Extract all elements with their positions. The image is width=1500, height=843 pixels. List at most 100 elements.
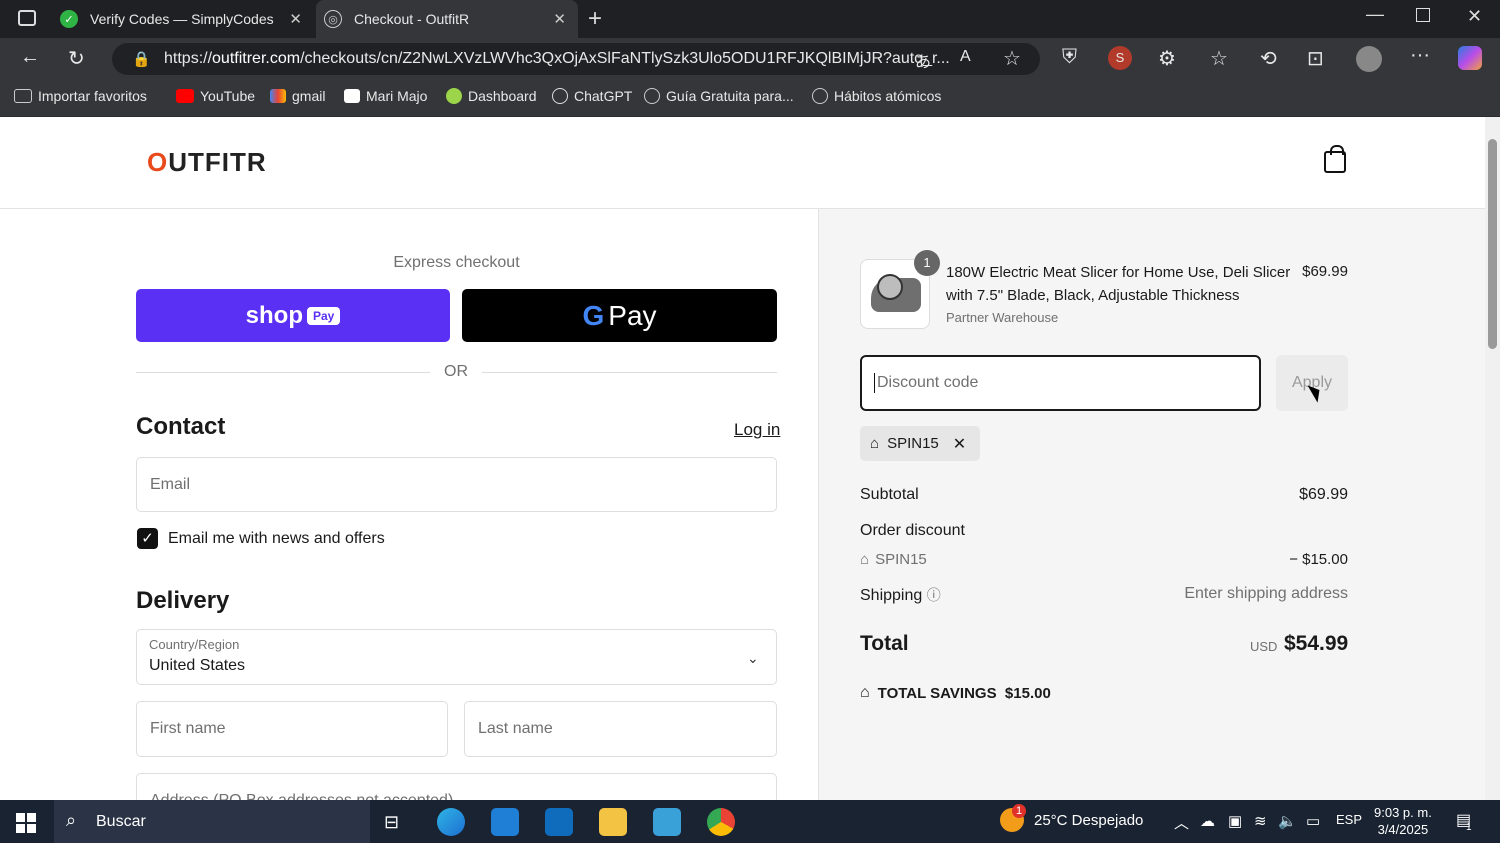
read-aloud-icon[interactable]: A (960, 48, 971, 66)
login-link[interactable]: Log in (734, 420, 780, 440)
screenshot-icon[interactable]: ⊡ (1307, 46, 1324, 71)
shield-icon[interactable]: ⛨ (1062, 46, 1077, 69)
edge-taskbar-icon[interactable] (437, 808, 465, 836)
close-icon[interactable]: ✕ (553, 10, 566, 28)
newsletter-checkbox[interactable]: ✓ (137, 528, 158, 549)
url-path: /checkouts/cn/Z2NwLXVzLWVhc3QxOjAxSlFaNT… (300, 50, 950, 67)
bookmark-label: YouTube (200, 88, 256, 104)
profile-avatar[interactable] (1356, 46, 1382, 72)
first-name-field[interactable]: First name (136, 701, 448, 757)
bookmark-import[interactable]: Importar favoritos (14, 88, 147, 104)
bookmark-guia[interactable]: Guía Gratuita para... (644, 88, 794, 104)
favorite-star-icon[interactable]: ☆ (1003, 46, 1021, 71)
taskbar-search[interactable]: ⌕ Buscar (54, 800, 370, 843)
restore-icon[interactable] (1416, 8, 1430, 22)
text-caret (874, 373, 875, 393)
url-prefix: https:// (164, 50, 213, 67)
battery-icon[interactable]: ▭ (1306, 812, 1320, 830)
window-close-icon[interactable]: ✕ (1467, 6, 1482, 27)
clock[interactable]: 9:03 p. m. 3/4/2025 (1374, 804, 1432, 838)
show-hidden-icons[interactable]: ︿ (1174, 812, 1189, 833)
search-placeholder: Buscar (96, 812, 146, 830)
tab-actions-icon[interactable] (18, 10, 36, 26)
url-domain: outfitrer.com (212, 50, 301, 67)
store-logo[interactable]: OUTFITR (147, 147, 267, 178)
back-icon[interactable]: ← (20, 46, 40, 69)
page-scrollbar[interactable] (1485, 117, 1500, 800)
subtotal-value: $69.99 (1299, 486, 1348, 503)
store-taskbar-icon[interactable] (491, 808, 519, 836)
google-g-icon: G (582, 299, 605, 331)
tab-title: Checkout - OutfitR (354, 11, 470, 27)
help-icon[interactable]: ⓘ (927, 587, 941, 603)
chrome-taskbar-icon[interactable] (707, 808, 735, 836)
refresh-icon[interactable]: ↻ (68, 46, 85, 71)
date: 3/4/2025 (1377, 822, 1429, 837)
bookmark-youtube[interactable]: YouTube (176, 88, 255, 104)
start-icon[interactable] (16, 813, 36, 833)
task-view-icon[interactable]: ⊟ (384, 812, 399, 833)
history-icon[interactable]: ⟲ (1260, 46, 1277, 71)
url-field[interactable]: 🔒 https://outfitrer.com/checkouts/cn/Z2N… (112, 43, 1040, 75)
site-info-icon[interactable]: 🔒 (132, 50, 151, 68)
tab-simplycodes[interactable]: ✓ Verify Codes — SimplyCodes ✕ (52, 0, 314, 38)
meet-icon[interactable]: ▣ (1228, 812, 1242, 830)
globe-icon (644, 88, 660, 104)
more-menu-icon[interactable]: ··· (1410, 44, 1430, 67)
address-placeholder: Address (PO Box addresses not accepted) (150, 792, 453, 800)
windows-taskbar: ⌕ Buscar ⊟ 1 25°C Despejado ︿ ☁ ▣ ≋ 🔈 ▭ … (0, 800, 1500, 843)
product-name: 180W Electric Meat Slicer for Home Use, … (946, 264, 1291, 304)
newsletter-label[interactable]: Email me with news and offers (168, 530, 385, 548)
globe-icon (812, 88, 828, 104)
tag-icon: ⌂ (860, 684, 870, 701)
address-field[interactable]: Address (PO Box addresses not accepted) (136, 773, 777, 800)
bookmarks-bar: Importar favoritos YouTube gmail Mari Ma… (0, 80, 1500, 117)
bookmark-label: Guía Gratuita para... (666, 88, 794, 104)
bookmark-habitos[interactable]: Hábitos atómicos (812, 88, 941, 104)
minimize-icon[interactable]: — (1366, 4, 1384, 25)
volume-icon[interactable]: 🔈 (1278, 812, 1297, 830)
extensions-icon[interactable]: ⚙ (1158, 46, 1176, 71)
bookmark-label: Importar favoritos (38, 88, 147, 104)
close-icon[interactable]: ✕ (289, 10, 302, 28)
time: 9:03 p. m. (1374, 805, 1432, 820)
simplycodes-extension-icon[interactable]: S (1108, 46, 1132, 70)
notification-count: 1 (1466, 822, 1472, 833)
bookmark-label: Hábitos atómicos (834, 88, 942, 104)
weather-badge: 1 (1012, 804, 1026, 818)
last-name-field[interactable]: Last name (464, 701, 777, 757)
discount-code-label: SPIN15 (875, 551, 927, 568)
shipping-label: Shipping (860, 587, 923, 604)
dashboard-icon (446, 88, 462, 104)
shopping-bag-icon[interactable] (1324, 145, 1346, 173)
copilot-icon[interactable] (1458, 46, 1482, 70)
shop-pay-button[interactable]: shop Pay (136, 289, 450, 342)
google-pay-button[interactable]: G Pay (462, 289, 777, 342)
discount-code-input[interactable]: Discount code (860, 355, 1261, 411)
delivery-heading: Delivery (136, 587, 230, 614)
slicer-blade (877, 274, 903, 300)
bookmark-label: gmail (292, 88, 326, 104)
weather-text[interactable]: 25°C Despejado (1034, 812, 1143, 829)
shop-pay-badge: Pay (306, 306, 341, 325)
email-field[interactable]: Email (136, 457, 777, 512)
favorites-icon[interactable]: ☆ (1210, 46, 1228, 71)
onedrive-icon[interactable]: ☁ (1200, 812, 1215, 830)
translate-icon[interactable]: あ (915, 48, 931, 72)
bookmark-label: ChatGPT (574, 88, 633, 104)
tab-checkout[interactable]: ◎ Checkout - OutfitR ✕ (316, 0, 578, 38)
scrollbar-thumb[interactable] (1488, 139, 1497, 349)
bookmark-mari-majo[interactable]: Mari Majo (344, 88, 427, 104)
app-taskbar-icon[interactable] (653, 808, 681, 836)
bookmark-dashboard[interactable]: Dashboard (446, 88, 537, 104)
remove-discount-icon[interactable]: ✕ (953, 434, 966, 454)
wifi-icon[interactable]: ≋ (1254, 812, 1267, 830)
bookmark-chatgpt[interactable]: ChatGPT (552, 88, 632, 104)
file-explorer-icon[interactable] (599, 808, 627, 836)
language-indicator[interactable]: ESP (1336, 812, 1362, 827)
subtotal-row: Subtotal $69.99 (860, 486, 1348, 504)
new-tab-icon[interactable]: + (588, 5, 602, 33)
bookmark-gmail[interactable]: gmail (270, 88, 325, 104)
outlook-taskbar-icon[interactable] (545, 808, 573, 836)
checkout-page: OUTFITR Express checkout shop Pay G Pay … (0, 117, 1485, 800)
